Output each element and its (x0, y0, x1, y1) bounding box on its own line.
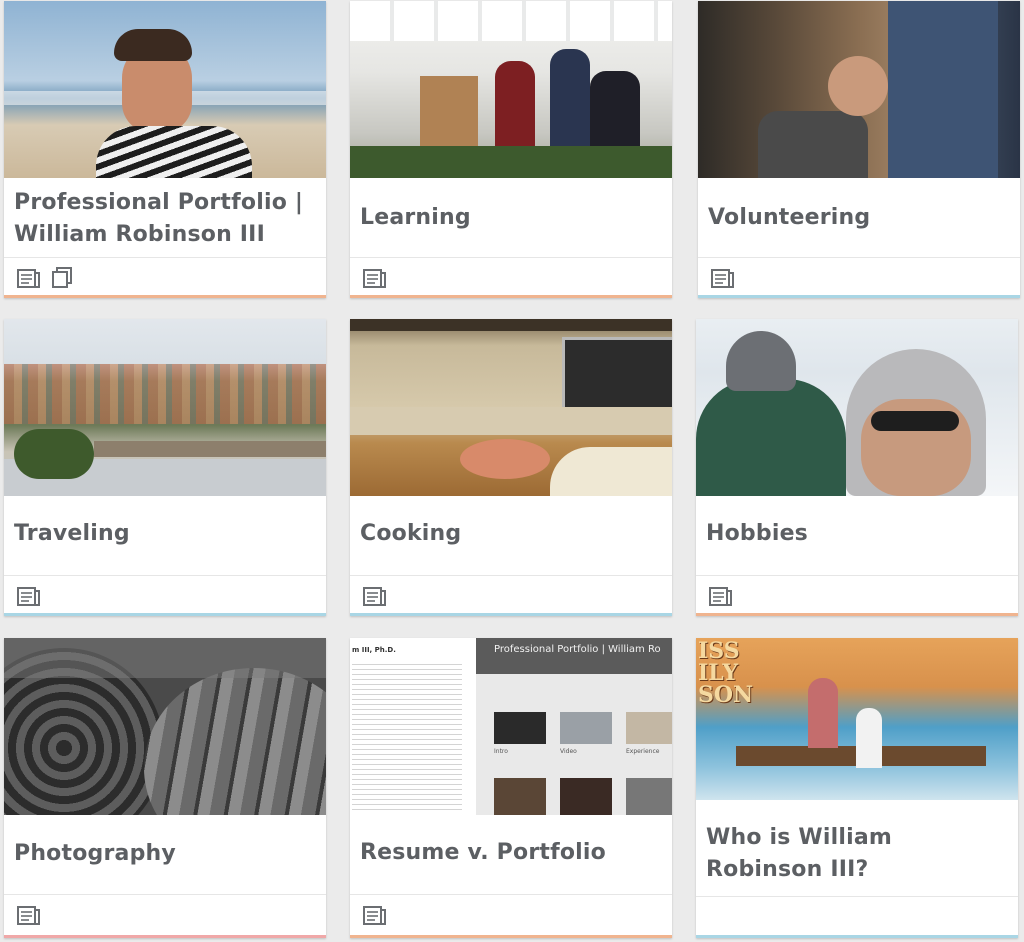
card-traveling[interactable]: Traveling (4, 319, 326, 616)
card-meta-bar (698, 257, 1020, 298)
city-bridge-photo (4, 319, 326, 496)
card-meta-bar (4, 257, 326, 298)
resume-name: m III, Ph.D. (352, 646, 396, 654)
movie-title-fragment: ISS ILY SON (698, 638, 754, 708)
card-meta-bar (350, 894, 672, 938)
card-hobbies[interactable]: Hobbies (696, 319, 1018, 616)
card-photography[interactable]: Photography (4, 638, 326, 938)
portrait-photo (4, 1, 326, 178)
card-accent (4, 935, 326, 938)
barrels-photo (4, 638, 326, 815)
card-who-is-william-robinson[interactable]: ISS ILY SON Who is William Robinson III? (696, 638, 1018, 938)
document-icon (362, 903, 388, 927)
document-icon (708, 584, 734, 608)
kitchen-photo (350, 319, 672, 496)
card-title[interactable]: Volunteering (708, 202, 1010, 234)
tile-label: Video (560, 748, 577, 755)
document-icon (16, 903, 42, 927)
document-icon (16, 266, 42, 290)
resume-screenshot-thumbnail: m III, Ph.D. Professional Portfolio | Wi… (350, 638, 672, 815)
card-accent (350, 935, 672, 938)
card-meta-bar (696, 575, 1018, 616)
card-volunteering[interactable]: Volunteering (698, 1, 1020, 298)
card-meta-bar (350, 575, 672, 616)
document-icon (710, 266, 736, 290)
card-cooking[interactable]: Cooking (350, 319, 672, 616)
document-icon (362, 584, 388, 608)
card-professional-portfolio[interactable]: Professional Portfolio | William Robinso… (4, 1, 326, 298)
card-accent (696, 613, 1018, 616)
movie-poster-thumbnail: ISS ILY SON (696, 638, 1018, 800)
card-title[interactable]: Resume v. Portfolio (360, 837, 662, 869)
card-accent (698, 295, 1020, 298)
card-title[interactable]: Hobbies (706, 518, 1008, 550)
card-title[interactable]: Photography (14, 838, 316, 870)
card-accent (350, 613, 672, 616)
card-meta-bar (350, 257, 672, 298)
card-meta-bar (696, 896, 1018, 938)
document-icon (362, 266, 388, 290)
tile-label: Intro (494, 748, 508, 755)
document-icon (16, 584, 42, 608)
card-accent (350, 295, 672, 298)
skiing-photo (696, 319, 1018, 496)
card-learning[interactable]: Learning (350, 1, 672, 298)
card-title[interactable]: Cooking (360, 518, 662, 550)
card-accent (4, 613, 326, 616)
high-five-photo (698, 1, 1020, 178)
card-title[interactable]: Who is William Robinson III? (706, 822, 1008, 886)
card-accent (696, 935, 1018, 938)
graduation-photo (350, 1, 672, 178)
card-meta-bar (4, 575, 326, 616)
resume-page: m III, Ph.D. (350, 638, 477, 815)
card-title[interactable]: Professional Portfolio | William Robinso… (14, 187, 316, 251)
card-accent (4, 295, 326, 298)
card-title[interactable]: Traveling (14, 518, 316, 550)
copy-icon (50, 266, 76, 290)
tile-label: Experience (626, 748, 660, 755)
card-resume-v-portfolio[interactable]: m III, Ph.D. Professional Portfolio | Wi… (350, 638, 672, 938)
portfolio-header-text: Professional Portfolio | William Ro (494, 644, 661, 655)
card-meta-bar (4, 894, 326, 938)
card-title[interactable]: Learning (360, 202, 662, 234)
